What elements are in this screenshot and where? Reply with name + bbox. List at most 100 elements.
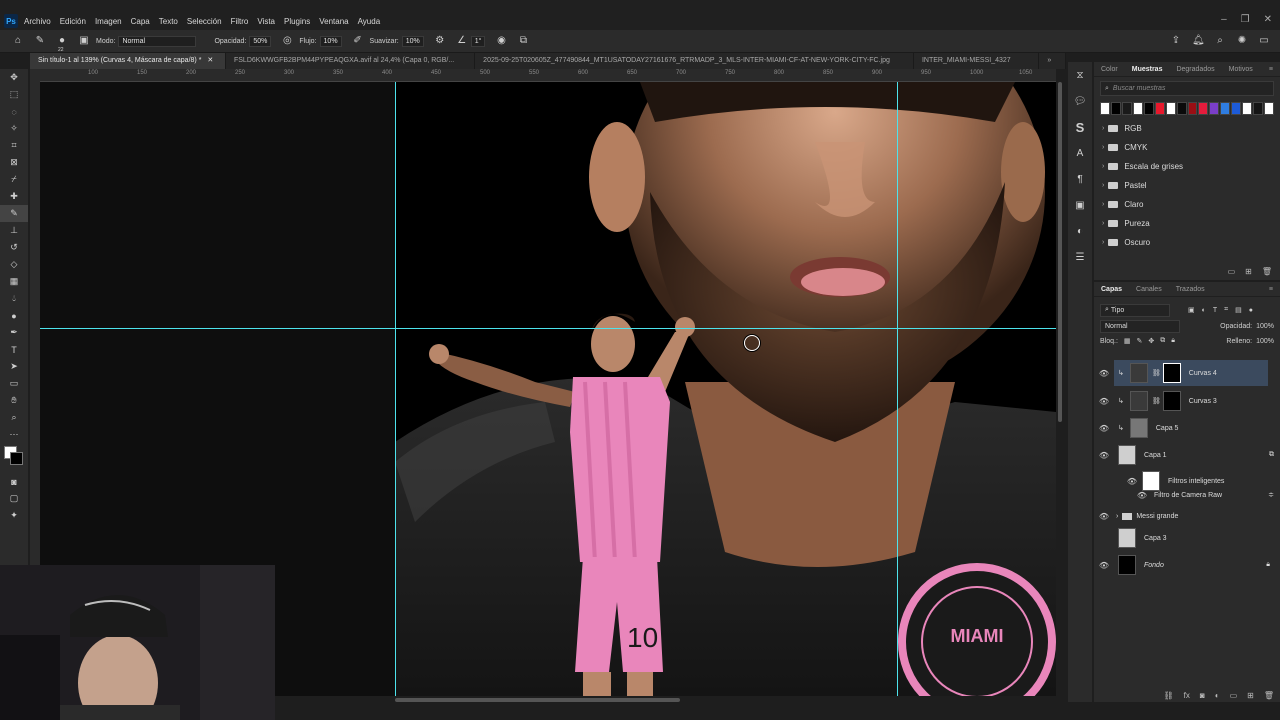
history-panel-icon[interactable]: ⧖: [1068, 62, 1092, 88]
lock-transparency-icon[interactable]: ▦: [1124, 337, 1131, 345]
properties-panel-icon[interactable]: ☰: [1068, 244, 1092, 270]
swatch-chip[interactable]: [1110, 102, 1121, 115]
new-group-icon[interactable]: ▭: [1230, 691, 1238, 700]
tab-document-2[interactable]: FSLD6KWWGFB2BPM44PYPEAQGXA.avif al 24,4%…: [226, 53, 476, 69]
marquee-tool-icon[interactable]: ⬚: [0, 86, 28, 103]
filter-shape-icon[interactable]: ⌗: [1224, 306, 1228, 314]
panel-menu-icon[interactable]: ≡: [1262, 286, 1280, 293]
lasso-tool-icon[interactable]: ◌: [0, 103, 28, 120]
delete-layer-icon[interactable]: 🗑︎: [1264, 691, 1274, 700]
swatch-chip[interactable]: [1253, 102, 1264, 115]
crop-tool-icon[interactable]: ⌗: [0, 137, 28, 154]
swatch-chip[interactable]: [1209, 102, 1220, 115]
swatch-chip[interactable]: [1121, 102, 1132, 115]
eyedropper-tool-icon[interactable]: ⌿: [0, 171, 28, 188]
pressure-opacity-icon[interactable]: ◎: [281, 35, 293, 47]
filter-pixel-icon[interactable]: ▣: [1188, 306, 1195, 314]
swatch-chip[interactable]: [1176, 102, 1187, 115]
visibility-eye-icon[interactable]: 👁︎: [1096, 451, 1112, 460]
filter-adjustment-icon[interactable]: ◐: [1202, 307, 1206, 314]
camera-raw-filter-row[interactable]: 👁︎ Filtro de Camera Raw ≑: [1094, 487, 1280, 503]
folder-pure[interactable]: › Pureza: [1094, 214, 1280, 233]
layer-curvas-4[interactable]: 👁︎ ↳ ⛓︎ Curvas 4: [1099, 360, 1268, 386]
airbrush-icon[interactable]: ✐: [352, 35, 364, 47]
share-icon[interactable]: ⇪: [1170, 35, 1182, 47]
swatch-chip[interactable]: [1100, 102, 1110, 115]
clone-stamp-tool-icon[interactable]: ⊥: [0, 222, 28, 239]
workspace-icon[interactable]: ▭: [1258, 35, 1270, 47]
flow-input[interactable]: 10%: [319, 35, 342, 47]
menu-capa[interactable]: Capa: [131, 17, 150, 26]
swatch-search-input[interactable]: ⌕ Buscar muestras: [1100, 81, 1274, 96]
gear-icon[interactable]: ⚙: [434, 35, 446, 47]
layer-capa-5[interactable]: 👁︎ ↳ Capa 5: [1094, 415, 1280, 441]
eraser-tool-icon[interactable]: ◇: [0, 256, 28, 273]
visibility-eye-icon[interactable]: 👁︎: [1096, 512, 1112, 521]
visibility-eye-icon[interactable]: 👁︎: [1134, 491, 1150, 500]
history-brush-tool-icon[interactable]: ↺: [0, 239, 28, 256]
brush-settings-icon[interactable]: ▣: [78, 35, 90, 47]
healing-brush-tool-icon[interactable]: ✚: [0, 188, 28, 205]
swatch-chip[interactable]: [1143, 102, 1154, 115]
folder-dark[interactable]: › Oscuro: [1094, 233, 1280, 252]
folder-rgb[interactable]: › RGB: [1094, 119, 1280, 138]
layer-capa-1[interactable]: 👁︎ Capa 1 ⧉: [1094, 442, 1280, 468]
document-canvas[interactable]: MIAMI 10: [395, 82, 1056, 696]
panel-menu-icon[interactable]: ≡: [1262, 66, 1280, 73]
swatch-chip[interactable]: [1187, 102, 1198, 115]
filter-toggle-icon[interactable]: ●: [1249, 307, 1253, 314]
adjustments-panel-icon[interactable]: ◐: [1068, 218, 1092, 244]
filter-type-icon[interactable]: T: [1213, 307, 1217, 314]
tab-patterns[interactable]: Motivos: [1222, 66, 1260, 73]
delete-swatch-icon[interactable]: 🗑︎: [1262, 267, 1272, 276]
swatch-chip[interactable]: [1132, 102, 1143, 115]
screen-mode-icon[interactable]: ▢: [0, 490, 28, 507]
tab-document-1[interactable]: Sin título-1 al 139% (Curvas 4, Máscara …: [30, 53, 226, 69]
path-select-tool-icon[interactable]: ➤: [0, 358, 28, 375]
visibility-eye-icon[interactable]: 👁︎: [1096, 397, 1112, 406]
visibility-eye-icon[interactable]: 👁︎: [1096, 561, 1112, 570]
menu-ayuda[interactable]: Ayuda: [358, 17, 381, 26]
link-layers-icon[interactable]: ⛓︎: [1164, 691, 1174, 700]
rectangle-tool-icon[interactable]: ▭: [0, 375, 28, 392]
tab-paths[interactable]: Trazados: [1169, 286, 1212, 293]
layer-mask-thumbnail[interactable]: [1162, 363, 1181, 383]
folder-pastel[interactable]: › Pastel: [1094, 176, 1280, 195]
new-swatch-icon[interactable]: ⊞: [1245, 267, 1252, 276]
folder-light[interactable]: › Claro: [1094, 195, 1280, 214]
comments-panel-icon[interactable]: 💬︎: [1068, 88, 1092, 114]
type-tool-icon[interactable]: T: [0, 341, 28, 358]
lock-pixels-icon[interactable]: ✎: [1137, 337, 1143, 345]
angle-input[interactable]: 1°: [470, 35, 486, 47]
layer-mask-thumbnail[interactable]: [1162, 391, 1181, 411]
blend-mode-select[interactable]: Normal: [1100, 319, 1180, 333]
menu-ventana[interactable]: Ventana: [319, 17, 348, 26]
lock-position-icon[interactable]: ✥: [1148, 337, 1154, 345]
visibility-eye-icon[interactable]: 👁︎: [1124, 477, 1140, 486]
gradient-tool-icon[interactable]: ▦: [0, 273, 28, 290]
swatch-chip[interactable]: [1198, 102, 1209, 115]
brush-tool-icon[interactable]: ✎: [34, 35, 46, 47]
zoom-tool-icon[interactable]: ⌕: [0, 409, 28, 426]
vertical-guide-right[interactable]: [897, 82, 898, 696]
new-adjustment-icon[interactable]: ◐: [1215, 691, 1220, 700]
add-mask-icon[interactable]: ◙: [1200, 691, 1205, 700]
brush-tool-icon[interactable]: ✎: [0, 205, 28, 222]
swatch-chip[interactable]: [1264, 102, 1274, 115]
lock-artboard-icon[interactable]: ⧉: [1160, 337, 1165, 345]
move-tool-icon[interactable]: ✥: [0, 69, 28, 86]
menu-texto[interactable]: Texto: [159, 17, 178, 26]
layer-filter-select[interactable]: ⌕ Tipo: [1100, 303, 1170, 317]
filter-smart-icon[interactable]: ▤: [1235, 306, 1242, 314]
notifications-icon[interactable]: 🔔︎: [1192, 35, 1205, 47]
menu-plugins[interactable]: Plugins: [284, 17, 310, 26]
tab-layers[interactable]: Capas: [1094, 286, 1129, 293]
close-icon[interactable]: ✕: [1264, 14, 1272, 25]
swatch-chip[interactable]: [1242, 102, 1253, 115]
new-layer-icon[interactable]: ⊞: [1247, 691, 1254, 700]
pressure-size-icon[interactable]: ◉: [495, 35, 507, 47]
opacity-input[interactable]: 100%: [1256, 323, 1274, 330]
folder-grayscale[interactable]: › Escala de grises: [1094, 157, 1280, 176]
swatch-chip[interactable]: [1220, 102, 1231, 115]
menu-filtro[interactable]: Filtro: [231, 17, 249, 26]
